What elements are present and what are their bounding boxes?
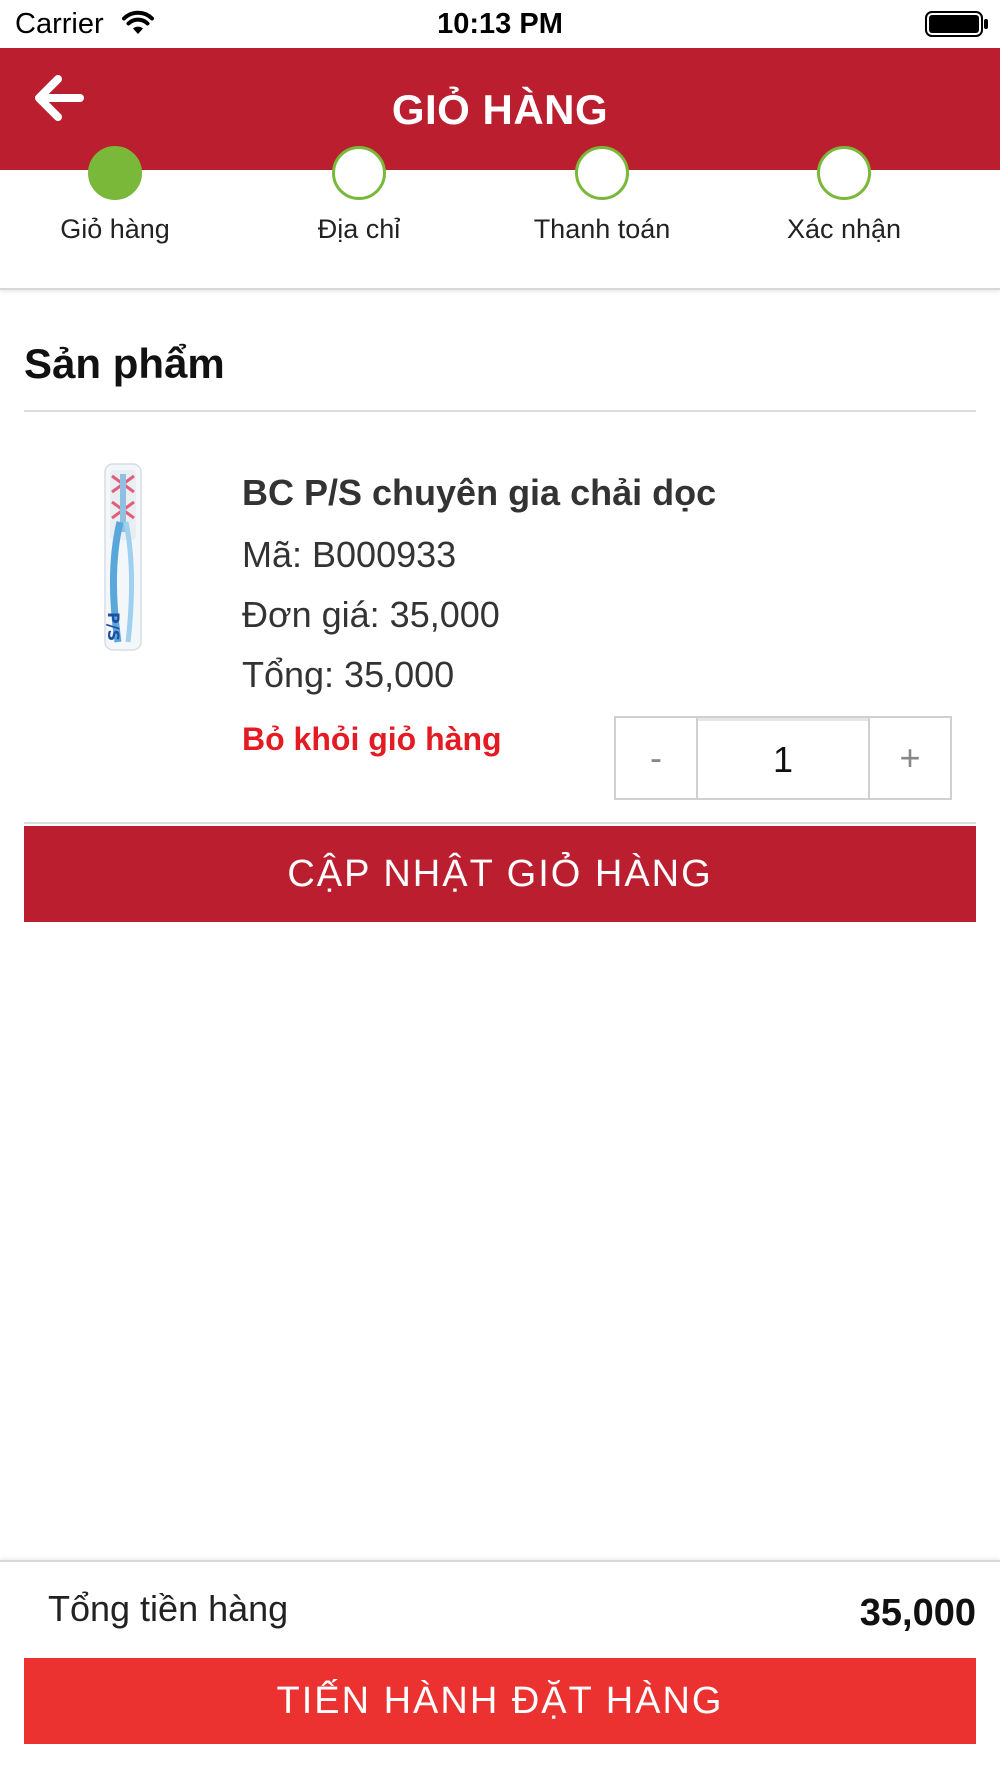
product-total: Tổng: 35,000: [242, 654, 455, 695]
step-confirm: Xác nhận: [723, 146, 965, 245]
battery-icon: [925, 11, 988, 37]
product-unit-price: Đơn giá: 35,000: [242, 594, 500, 635]
step-dot-icon: [575, 146, 629, 200]
remove-from-cart-link[interactable]: Bỏ khỏi giỏ hàng: [242, 721, 502, 758]
section-divider: [24, 410, 976, 412]
total-label: Tổng tiền hàng: [48, 1588, 289, 1629]
update-cart-button[interactable]: CẬP NHẬT GIỎ HÀNG: [24, 826, 976, 922]
step-label: Thanh toán: [533, 214, 671, 244]
increase-quantity-button[interactable]: +: [868, 718, 950, 798]
step-label: Địa chỉ: [317, 214, 401, 244]
checkout-button[interactable]: TIẾN HÀNH ĐẶT HÀNG: [24, 1658, 976, 1744]
status-time: 10:13 PM: [437, 8, 563, 40]
step-dot-icon: [88, 146, 142, 200]
step-label: Giỏ hàng: [60, 214, 170, 244]
page-title: GIỎ HÀNG: [391, 86, 609, 133]
step-cart: Giỏ hàng: [0, 146, 236, 245]
step-address: Địa chỉ: [238, 146, 480, 245]
total-amount: 35,000: [859, 1592, 976, 1634]
decrease-quantity-button[interactable]: -: [616, 718, 698, 798]
product-image: P/S: [104, 463, 142, 651]
product-code: Mã: B000933: [242, 534, 457, 575]
step-payment: Thanh toán: [481, 146, 723, 245]
step-label: Xác nhận: [786, 214, 902, 244]
cart-screen: Carrier 10:13 PM GIỎ HÀNG Giỏ hàng Địa c…: [0, 0, 1000, 1778]
quantity-stepper: - 1 +: [614, 716, 952, 800]
checkout-stepper: Giỏ hàng Địa chỉ Thanh toán Xác nhận: [0, 146, 1000, 290]
quantity-field[interactable]: 1: [698, 718, 868, 798]
step-dot-icon: [332, 146, 386, 200]
item-divider: [24, 822, 976, 824]
product-name: BC P/S chuyên gia chải dọc: [242, 472, 717, 513]
section-title: Sản phẩm: [24, 340, 225, 387]
svg-text:P/S: P/S: [104, 612, 123, 641]
status-bar: Carrier 10:13 PM: [0, 0, 1000, 48]
step-dot-icon: [817, 146, 871, 200]
cart-footer: Tổng tiền hàng 35,000 TIẾN HÀNH ĐẶT HÀNG: [0, 1560, 1000, 1778]
